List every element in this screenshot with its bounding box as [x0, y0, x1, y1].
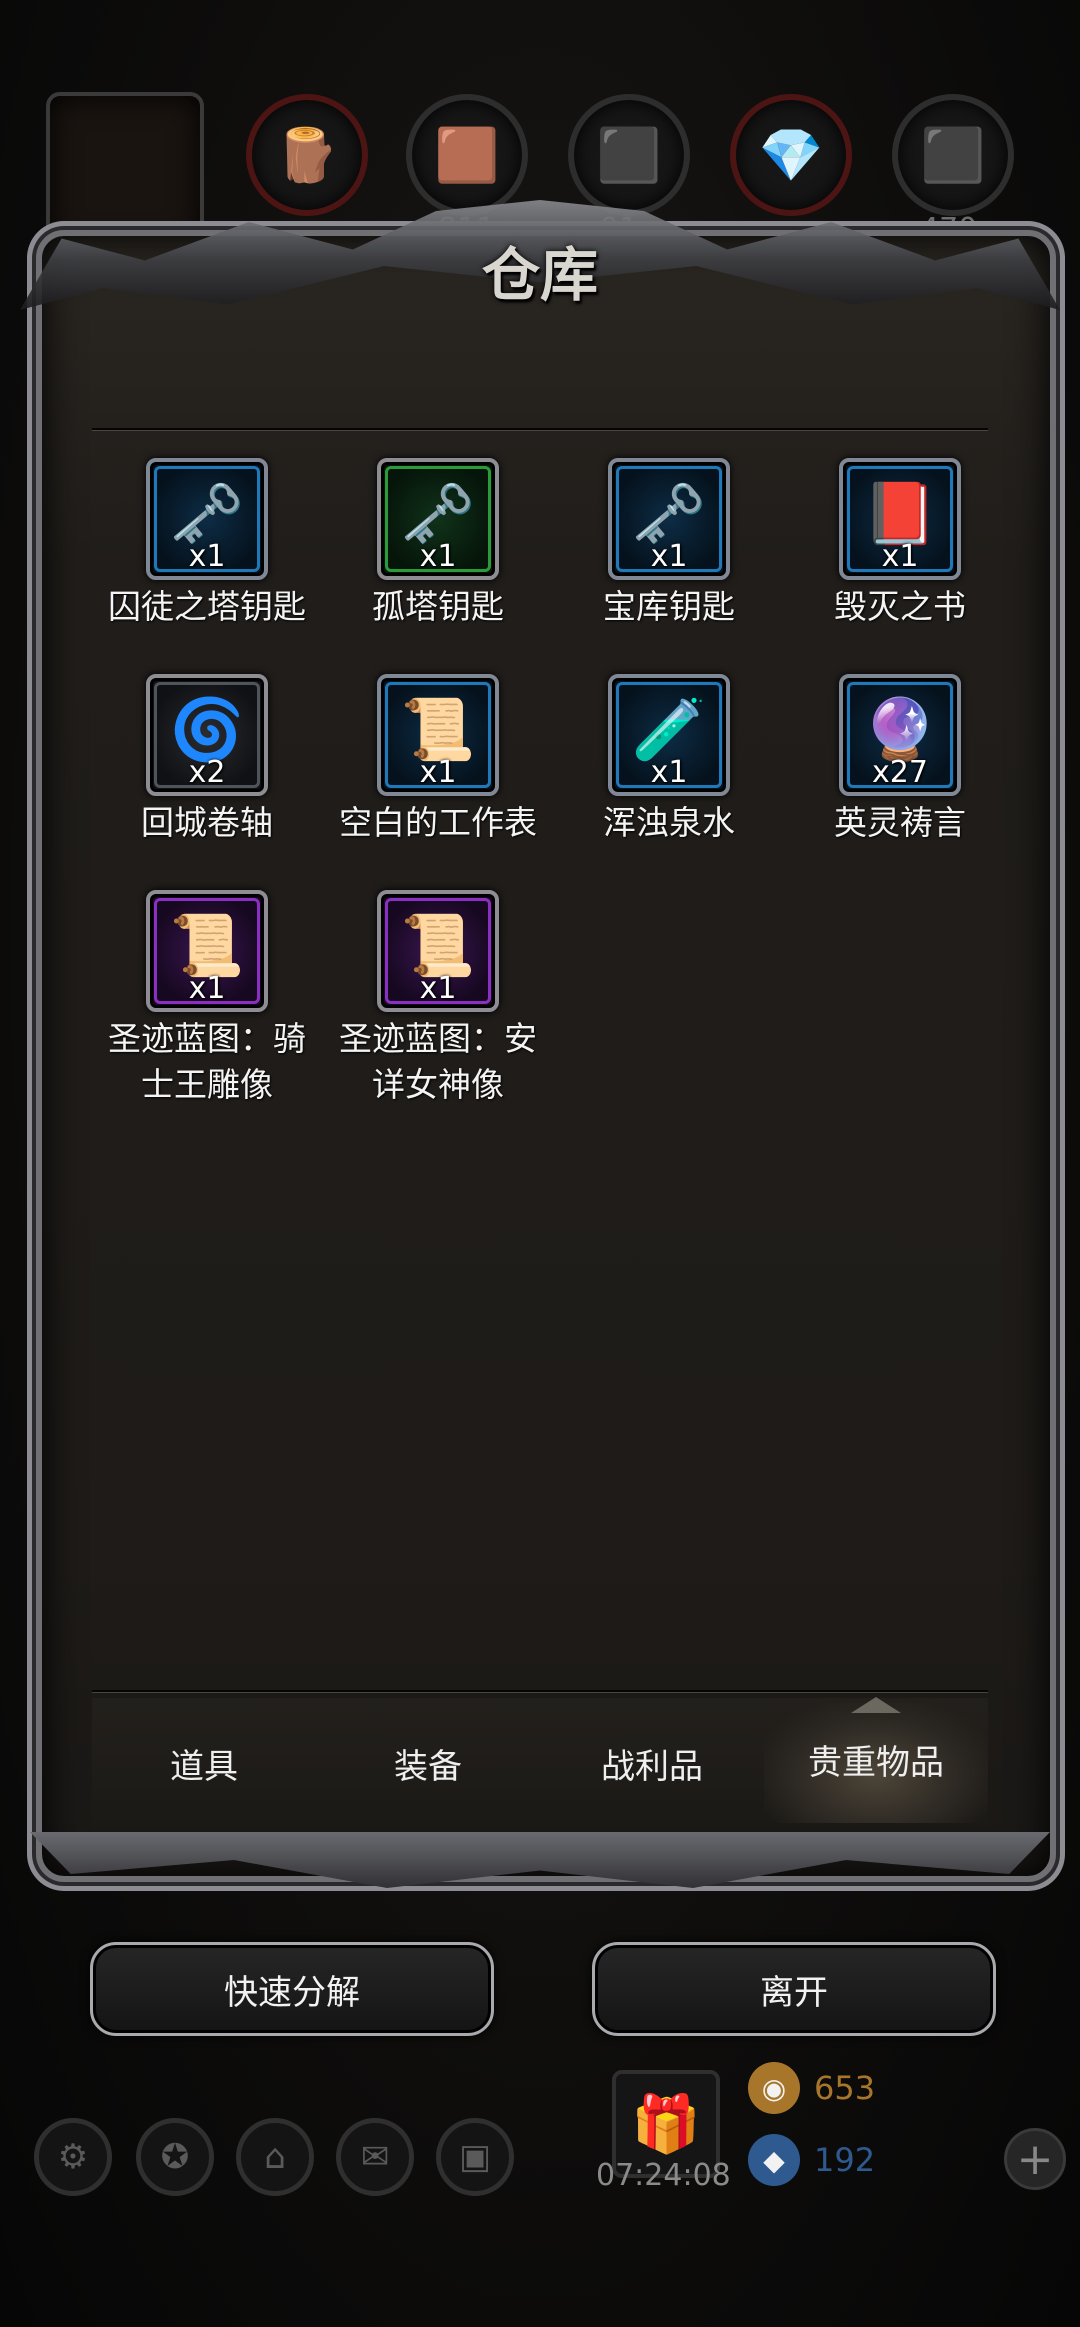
item-qty: x1: [650, 755, 688, 790]
active-tab-marker: [851, 1697, 901, 1713]
category-tabs: 道具 装备 战利品 贵重物品: [92, 1697, 988, 1828]
key-icon: 🗝️: [400, 479, 476, 549]
item-name: 宝库钥匙: [603, 587, 735, 626]
crystal-resource-icon: 💎: [758, 125, 824, 186]
item-slot[interactable]: 📜 x1: [146, 890, 268, 1012]
item-cell[interactable]: 📜 x1 空白的工作表: [323, 674, 553, 846]
iron-resource-icon: ⬛: [920, 125, 986, 186]
character-portrait[interactable]: [46, 92, 204, 250]
inventory-icon[interactable]: ▣: [436, 2118, 514, 2196]
resource-slot-3[interactable]: ⬛: [568, 94, 690, 216]
mail-icon[interactable]: ✉: [336, 2118, 414, 2196]
item-slot[interactable]: 📜 x1: [377, 674, 499, 796]
divider-bottom: [92, 1690, 988, 1692]
orb-icon: 🔮: [862, 695, 938, 765]
potion-icon: 🧪: [631, 695, 707, 765]
gem-icon: ◆: [748, 2134, 800, 2186]
item-qty: x1: [419, 539, 457, 574]
tab-valuables[interactable]: 贵重物品: [764, 1697, 988, 1823]
book-icon: 📕: [862, 479, 938, 549]
resource-slot-4[interactable]: 💎: [730, 94, 852, 216]
item-slot[interactable]: 📜 x1: [377, 890, 499, 1012]
swirl-scroll-icon: 🌀: [169, 695, 245, 765]
tab-valuables-label: 贵重物品: [808, 1743, 944, 1783]
item-slot[interactable]: 🗝️ x1: [608, 458, 730, 580]
item-cell[interactable]: 🗝️ x1 宝库钥匙: [554, 458, 784, 630]
settings-icon[interactable]: ⚙: [34, 2118, 112, 2196]
divider-top: [92, 428, 988, 430]
item-slot[interactable]: 📕 x1: [839, 458, 961, 580]
resource-slot-5[interactable]: ⬛: [892, 94, 1014, 216]
item-name: 毁灭之书: [834, 587, 966, 626]
item-qty: x1: [188, 539, 226, 574]
hero-icon[interactable]: ✪: [136, 2118, 214, 2196]
map-icon[interactable]: ⌂: [236, 2118, 314, 2196]
gift-timer: 07:24:08: [596, 2158, 731, 2193]
item-cell[interactable]: 📕 x1 毁灭之书: [785, 458, 1015, 630]
item-qty: x27: [872, 755, 928, 790]
item-slot[interactable]: 🌀 x2: [146, 674, 268, 796]
item-name: 回城卷轴: [141, 803, 273, 842]
resource-slot-2[interactable]: 🟫: [406, 94, 528, 216]
gem-amount: 192: [814, 2141, 876, 2179]
item-qty: x2: [188, 755, 226, 790]
tab-items[interactable]: 道具: [92, 1739, 316, 1788]
item-name: 圣迹蓝图：安详女神像: [339, 1019, 537, 1104]
item-slot[interactable]: 🗝️ x1: [377, 458, 499, 580]
item-cell[interactable]: 🌀 x2 回城卷轴: [92, 674, 322, 846]
resource-slot-1[interactable]: 🪵: [246, 94, 368, 216]
key-icon: 🗝️: [169, 479, 245, 549]
item-name: 圣迹蓝图：骑士王雕像: [108, 1019, 306, 1104]
tab-loot[interactable]: 战利品: [540, 1739, 764, 1788]
tab-equipment[interactable]: 装备: [316, 1739, 540, 1788]
add-currency-plus-icon[interactable]: +: [1004, 2128, 1066, 2190]
wood-resource-icon: 🪵: [274, 125, 340, 186]
item-slot[interactable]: 🔮 x27: [839, 674, 961, 796]
item-name: 孤塔钥匙: [372, 587, 504, 626]
leave-button[interactable]: 离开: [592, 1942, 996, 2036]
item-qty: x1: [188, 971, 226, 1006]
key-icon: 🗝️: [631, 479, 707, 549]
item-cell[interactable]: 🗝️ x1 孤塔钥匙: [323, 458, 553, 630]
item-cell[interactable]: 🧪 x1 浑浊泉水: [554, 674, 784, 846]
item-name: 空白的工作表: [339, 803, 537, 842]
item-qty: x1: [650, 539, 688, 574]
quick-dismantle-button[interactable]: 快速分解: [90, 1942, 494, 2036]
plank-resource-icon: 🟫: [434, 125, 500, 186]
item-qty: x1: [419, 755, 457, 790]
item-qty: x1: [881, 539, 919, 574]
item-cell[interactable]: 🔮 x27 英灵祷言: [785, 674, 1015, 846]
item-name: 囚徒之塔钥匙: [108, 587, 306, 626]
blueprint-scroll-icon: 📜: [400, 911, 476, 981]
panel-title: 仓库: [481, 241, 598, 309]
gold-currency: ◉ 653: [748, 2062, 875, 2114]
item-slot[interactable]: 🧪 x1: [608, 674, 730, 796]
gold-coin-icon: ◉: [748, 2062, 800, 2114]
item-cell[interactable]: 📜 x1 圣迹蓝图：安详女神像: [323, 890, 553, 1108]
stone-resource-icon: ⬛: [596, 125, 662, 186]
gem-currency: ◆ 192: [748, 2134, 875, 2186]
parchment-icon: 📜: [400, 695, 476, 765]
blueprint-scroll-icon: 📜: [169, 911, 245, 981]
item-qty: x1: [419, 971, 457, 1006]
item-name: 浑浊泉水: [603, 803, 735, 842]
item-name: 英灵祷言: [834, 803, 966, 842]
item-slot[interactable]: 🗝️ x1: [146, 458, 268, 580]
item-cell[interactable]: 🗝️ x1 囚徒之塔钥匙: [92, 458, 322, 630]
gold-amount: 653: [814, 2069, 876, 2107]
item-cell[interactable]: 📜 x1 圣迹蓝图：骑士王雕像: [92, 890, 322, 1108]
